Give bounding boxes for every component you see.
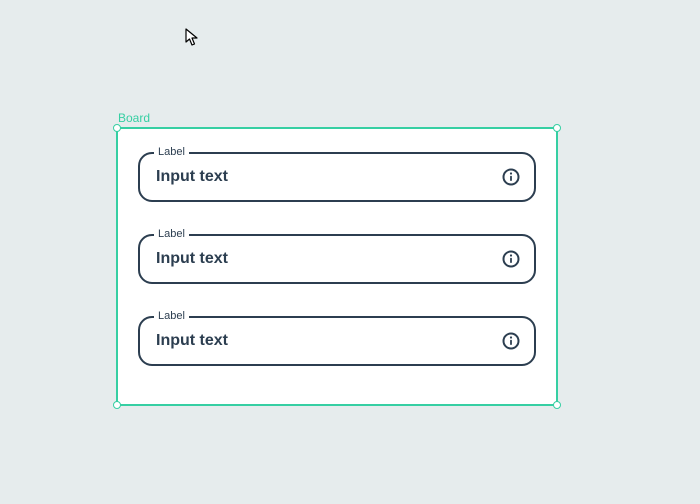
field-label: Label xyxy=(154,310,189,323)
info-icon[interactable] xyxy=(502,332,520,350)
field-label: Label xyxy=(154,228,189,241)
resize-handle-bl[interactable] xyxy=(113,401,121,409)
board-selected-frame[interactable]: Label Input text Label Input text Label … xyxy=(116,127,558,406)
board-label: Board xyxy=(116,111,558,125)
field-value[interactable]: Input text xyxy=(156,332,502,350)
board-container: Board Label Input text Label Input text xyxy=(116,111,558,406)
text-field[interactable]: Label Input text xyxy=(138,234,536,284)
text-field[interactable]: Label Input text xyxy=(138,152,536,202)
text-field[interactable]: Label Input text xyxy=(138,316,536,366)
field-value[interactable]: Input text xyxy=(156,168,502,186)
cursor-icon xyxy=(185,28,201,51)
field-value[interactable]: Input text xyxy=(156,250,502,268)
resize-handle-tl[interactable] xyxy=(113,124,121,132)
field-label: Label xyxy=(154,146,189,159)
resize-handle-br[interactable] xyxy=(553,401,561,409)
info-icon[interactable] xyxy=(502,250,520,268)
info-icon[interactable] xyxy=(502,168,520,186)
resize-handle-tr[interactable] xyxy=(553,124,561,132)
